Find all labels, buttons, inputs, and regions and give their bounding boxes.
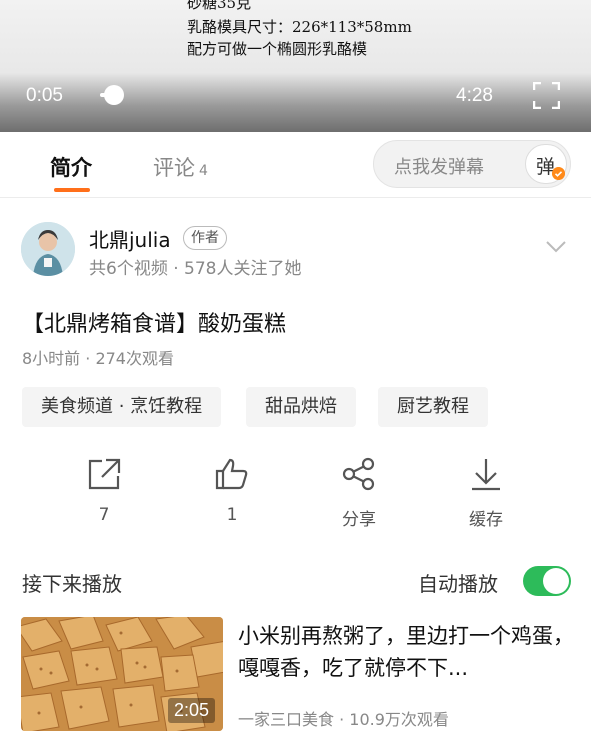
avatar[interactable] <box>21 222 75 276</box>
toggle-knob <box>543 568 569 594</box>
download-label: 缓存 <box>469 510 503 530</box>
video-meta: 8小时前 · 274次观看 <box>22 349 174 368</box>
total-duration: 4:28 <box>456 85 493 106</box>
author-name[interactable]: 北鼎julia <box>89 224 171 253</box>
share-out-icon <box>88 458 121 490</box>
comments-count: 4 <box>199 163 208 179</box>
subtitle-line-2: 乳酪模具尺寸：226*113*58mm <box>187 18 412 36</box>
video-title: 【北鼎烤箱食谱】酸奶蛋糕 <box>22 312 287 337</box>
recommended-video-duration: 2:05 <box>167 698 215 723</box>
fullscreen-icon[interactable] <box>533 82 560 109</box>
autoplay-label: 自动播放 <box>418 572 498 596</box>
like-count: 1 <box>226 505 238 525</box>
tab-active-indicator <box>54 188 90 192</box>
share-icon <box>342 457 375 491</box>
danmu-placeholder: 点我发弹幕 <box>394 157 484 178</box>
seek-handle[interactable] <box>104 85 124 105</box>
tab-intro[interactable]: 简介 <box>50 152 92 182</box>
tab-bar: 简介 评论 4 点我发弹幕 弹 <box>0 132 591 198</box>
danmu-input[interactable]: 点我发弹幕 弹 <box>373 140 571 188</box>
up-next-heading: 接下来播放 <box>22 572 122 596</box>
checkmark-icon <box>552 167 565 180</box>
tag-food-channel[interactable]: 美食频道 · 烹饪教程 <box>22 387 222 427</box>
autoplay-toggle[interactable] <box>523 566 571 596</box>
share-out-count: 7 <box>98 505 110 525</box>
recommended-video-meta: 一家三口美食 · 10.9万次观看 <box>238 710 449 729</box>
subtitle-line-3: 配方可做一个椭圆形乳酪模 <box>187 40 368 58</box>
recommended-video-thumbnail[interactable]: 2:05 <box>21 617 223 731</box>
tag-cooking-tutorial[interactable]: 厨艺教程 <box>378 387 488 427</box>
recommended-video-title[interactable]: 小米别再熬粥了，里边打一个鸡蛋，嘎嘎香，吃了就停不下... <box>238 620 578 684</box>
like-button[interactable]: 1 <box>197 457 267 525</box>
share-button[interactable]: 分享 <box>324 457 394 530</box>
share-label: 分享 <box>342 510 376 530</box>
author-avatar-image <box>21 222 75 276</box>
tab-comments-label: 评论 <box>153 156 195 180</box>
download-button[interactable]: 缓存 <box>451 457 521 530</box>
author-badge: 作者 <box>183 226 227 250</box>
danmu-toggle-button[interactable]: 弹 <box>525 144 567 184</box>
current-time: 0:05 <box>26 85 63 106</box>
chevron-down-icon[interactable] <box>545 240 567 254</box>
thumbs-up-icon <box>215 458 248 490</box>
video-player[interactable]: 砂糖35克 乳酪模具尺寸：226*113*58mm 配方可做一个椭圆形乳酪模 0… <box>0 0 591 132</box>
subtitle-line-1: 砂糖35克 <box>187 0 252 12</box>
share-out-button[interactable]: 7 <box>69 457 139 525</box>
tag-dessert-baking[interactable]: 甜品烘焙 <box>246 387 356 427</box>
author-meta: 共6个视频 · 578人关注了她 <box>89 259 302 279</box>
tab-comments[interactable]: 评论 4 <box>153 152 208 182</box>
download-icon <box>472 459 500 491</box>
